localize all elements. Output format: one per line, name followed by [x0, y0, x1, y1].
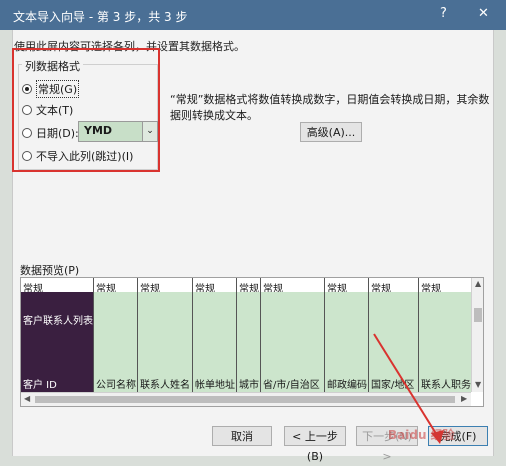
annotation-arrow — [373, 333, 444, 444]
watermark-logo: Baidu 经验 — [388, 428, 455, 442]
